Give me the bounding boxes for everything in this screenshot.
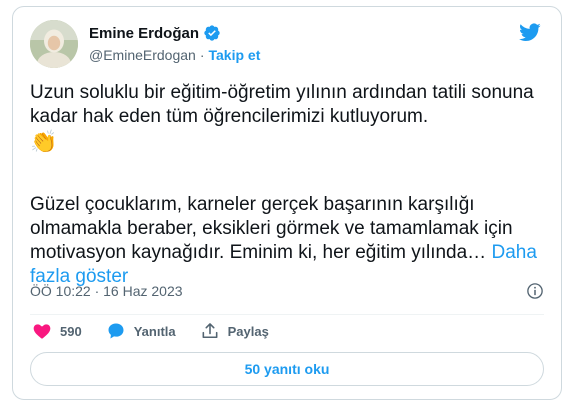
follow-button[interactable]: Takip et: [209, 47, 261, 63]
clapping-hands-emoji: 👏: [30, 129, 58, 154]
paragraph-2-text: Güzel çocuklarım, karneler gerçek başarı…: [30, 194, 513, 263]
verified-badge-icon: [203, 24, 221, 42]
tweet-paragraph-2: Güzel çocuklarım, karneler gerçek başarı…: [30, 193, 550, 289]
reply-label: Yanıtla: [133, 323, 176, 339]
tweet-timestamp[interactable]: ÖÖ 10:22 · 16 Haz 2023: [30, 283, 183, 299]
share-icon: [202, 323, 218, 339]
author-name-row[interactable]: Emine Erdoğan: [89, 24, 221, 42]
tweet-card: Emine Erdoğan @EmineErdogan · Takip et U…: [12, 6, 562, 400]
handle-row: @EmineErdogan · Takip et: [89, 47, 260, 63]
like-button[interactable]: 590: [32, 321, 82, 341]
separator-dot: ·: [199, 47, 205, 63]
author-name[interactable]: Emine Erdoğan: [89, 25, 199, 42]
heart-icon: [33, 324, 51, 339]
divider: [30, 314, 544, 315]
like-count: 590: [60, 323, 82, 339]
avatar[interactable]: [30, 20, 78, 68]
read-replies-button[interactable]: 50 yanıtı oku: [30, 352, 544, 386]
reply-button[interactable]: Yanıtla: [106, 321, 176, 341]
paragraph-1-text: Uzun soluklu bir eğitim-öğretim yılının …: [30, 82, 534, 127]
share-button[interactable]: Paylaş: [200, 321, 269, 341]
action-bar: 590 Yanıtla Paylaş: [32, 321, 293, 341]
info-icon[interactable]: [526, 282, 544, 300]
author-handle[interactable]: @EmineErdogan: [89, 47, 196, 63]
read-replies-label: 50 yanıtı oku: [244, 361, 330, 377]
share-label: Paylaş: [227, 323, 269, 339]
tweet-text: Uzun soluklu bir eğitim-öğretim yılının …: [30, 81, 550, 289]
tweet-paragraph-1: Uzun soluklu bir eğitim-öğretim yılının …: [30, 81, 550, 155]
reply-bubble-icon: [108, 323, 124, 339]
twitter-bird-icon[interactable]: [517, 21, 543, 43]
